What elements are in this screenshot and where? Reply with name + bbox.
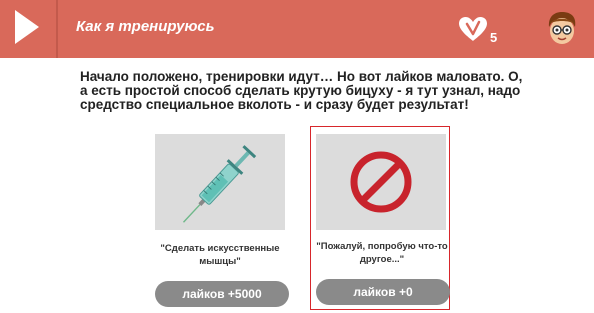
story-text: Начало положено, тренировки идут… Но вот… bbox=[80, 69, 523, 112]
top-bar: Как я тренируюсь 5 bbox=[0, 0, 594, 58]
header-divider bbox=[56, 0, 58, 58]
option-image-2 bbox=[316, 134, 446, 230]
choose-option-2-button[interactable]: лайков +0 bbox=[316, 279, 450, 305]
choose-option-1-button[interactable]: лайков +5000 bbox=[155, 281, 289, 307]
option-image-1 bbox=[155, 134, 285, 230]
option-card-2-selected[interactable]: "Пожалуй, попробую что-то другое..." лай… bbox=[310, 126, 450, 310]
page-title: Как я тренируюсь bbox=[76, 18, 215, 35]
syringe-icon bbox=[182, 145, 257, 223]
option-caption-2: "Пожалуй, попробую что-то другое..." bbox=[316, 241, 448, 265]
prohibited-icon bbox=[350, 151, 412, 213]
likes-count: 5 bbox=[490, 30, 498, 45]
play-icon[interactable] bbox=[15, 10, 39, 44]
option-card-1[interactable]: "Сделать искусственные мышцы" лайков +50… bbox=[151, 128, 289, 310]
likes-counter: 5 bbox=[458, 12, 518, 48]
avatar[interactable] bbox=[542, 10, 582, 48]
avatar-face-icon bbox=[542, 10, 582, 48]
heart-icon bbox=[459, 17, 487, 41]
option-caption-1: "Сделать искусственные мышцы" bbox=[160, 243, 280, 267]
